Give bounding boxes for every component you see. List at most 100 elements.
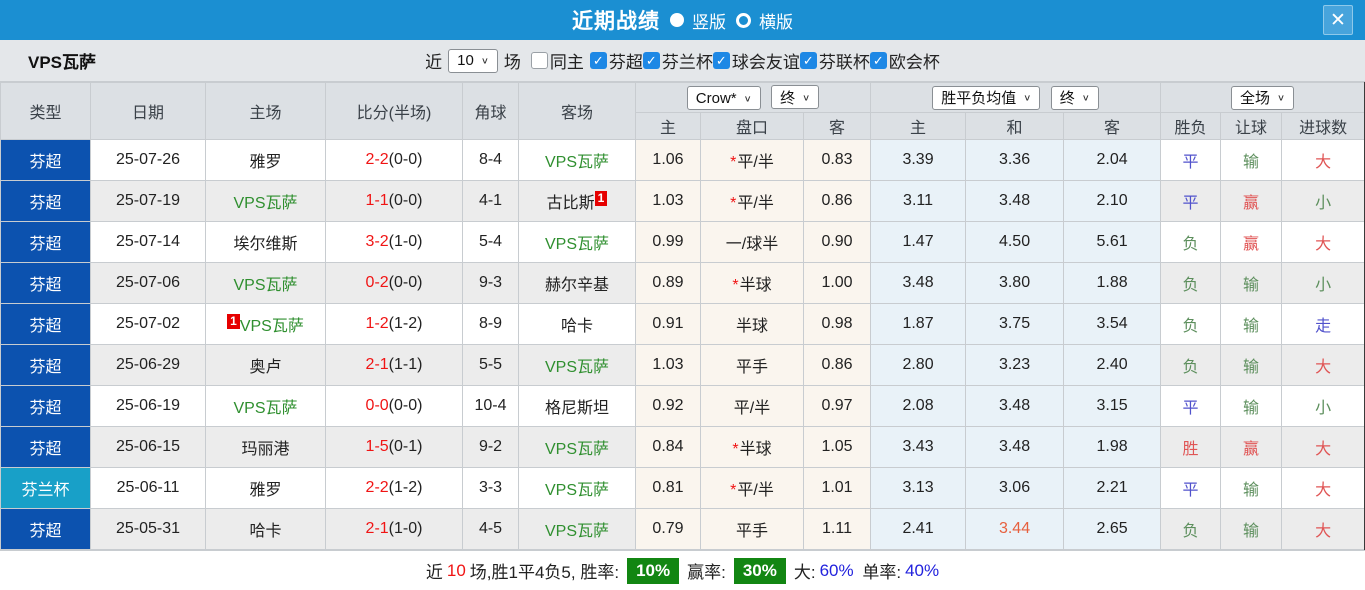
home-team-cell: 玛丽港: [205, 426, 326, 468]
avg-draw-cell: 3.80: [965, 262, 1065, 304]
date-cell: 25-07-26: [90, 139, 206, 181]
table-row: 芬超 25-07-06 VPS瓦萨 0-2(0-0) 9-3 赫尔辛基 0.89 *半球 1.0…: [0, 262, 1365, 304]
table-header: 类型 日期 主场 比分(半场) 角球 客场 Crow* ∨ 终 ∨ 胜平负均值 …: [0, 82, 1365, 140]
league-checkbox-item[interactable]: ✓ 芬联杯: [799, 48, 870, 73]
sub-header-avg-home: 主: [870, 112, 967, 140]
date-cell: 25-07-14: [90, 221, 206, 263]
team-name-text: 哈卡: [249, 523, 282, 540]
table-row: 芬超 25-05-31 哈卡 2-1(1-0) 4-5 VPS瓦萨 0.79 平手 1.11 2.…: [0, 508, 1365, 550]
sub-header-result: 胜负: [1160, 112, 1222, 140]
radio-selected-icon[interactable]: [670, 13, 684, 27]
score-cell: 2-2(0-0): [325, 139, 463, 181]
checkbox-unchecked-icon[interactable]: [530, 52, 548, 69]
team-name-text: 赫尔辛基: [544, 277, 609, 294]
league-cell: 芬超: [0, 344, 91, 386]
team-name-text: 玛丽港: [241, 441, 290, 458]
score-cell: 2-1(1-0): [325, 508, 463, 550]
league-cell: 芬超: [0, 303, 91, 345]
fulltime-score: 1-2: [365, 315, 389, 332]
avg-group-header: 胜平负均值 ∨ 终 ∨: [870, 82, 1162, 113]
sub-header-handicap-result: 让球: [1220, 112, 1283, 140]
league-label: 球会友谊: [731, 53, 800, 72]
team-name-text: 埃尔维斯: [233, 236, 298, 253]
checkbox-checked-icon[interactable]: ✓: [589, 52, 607, 69]
same-home-checkbox-item[interactable]: 同主: [530, 48, 584, 73]
score-cell: 1-2(1-2): [325, 303, 463, 345]
league-checkbox-item[interactable]: ✓ 芬超: [589, 48, 643, 73]
result-goals-cell: 大: [1281, 508, 1365, 550]
avg-away-cell: 1.98: [1063, 426, 1162, 468]
score-cell: 0-2(0-0): [325, 262, 463, 304]
avg-away-cell: 1.88: [1063, 262, 1162, 304]
matches-label: 场: [503, 53, 521, 72]
close-button[interactable]: ✕: [1323, 5, 1353, 35]
sub-header-odds-home: 主: [635, 112, 701, 140]
score-cell: 1-1(0-0): [325, 180, 463, 222]
avg-draw-cell: 3.48: [965, 180, 1065, 222]
handicap-text: 一/球半: [725, 236, 779, 253]
handicap-cell: 平/半: [700, 385, 804, 427]
away-team-cell: VPS瓦萨: [518, 467, 636, 509]
result-outcome-cell: 平: [1160, 180, 1222, 222]
layout-radio-vertical[interactable]: 竖版: [670, 8, 726, 33]
star-marker: *: [730, 482, 737, 499]
halftime-score: (0-0): [388, 274, 423, 291]
col-header-corners: 角球: [462, 82, 519, 140]
avg-draw-cell: 4.50: [965, 221, 1065, 263]
radio-vertical-label: 竖版: [692, 12, 726, 32]
chevron-down-icon: ∨: [480, 56, 489, 66]
result-handicap-cell: 输: [1220, 344, 1283, 386]
avg-away-cell: 2.10: [1063, 180, 1162, 222]
card-badge: 1: [227, 313, 240, 329]
result-handicap-cell: 输: [1220, 139, 1283, 181]
match-count-select[interactable]: 10 ∨: [448, 48, 498, 73]
avg-away-cell: 2.65: [1063, 508, 1162, 550]
team-name-text: VPS瓦萨: [544, 236, 610, 253]
date-cell: 25-07-06: [90, 262, 206, 304]
odds-home-cell: 0.91: [635, 303, 701, 345]
avg-draw-cell: 3.75: [965, 303, 1065, 345]
bookmaker-select[interactable]: Crow* ∨: [686, 86, 761, 110]
checkbox-checked-icon[interactable]: ✓: [869, 52, 887, 69]
odds-away-cell: 0.86: [802, 344, 872, 386]
league-cell: 芬超: [0, 385, 91, 427]
odds-home-cell: 0.99: [635, 221, 701, 263]
card-badge: 1: [594, 190, 608, 206]
layout-radio-horizontal[interactable]: 横版: [736, 8, 793, 33]
odds-home-cell: 0.84: [635, 426, 701, 468]
team-name: VPS瓦萨: [28, 53, 97, 72]
corners-cell: 8-4: [462, 139, 519, 181]
score-cell: 2-2(1-2): [325, 467, 463, 509]
league-checkbox-group: ✓ 芬超 ✓ 芬兰杯 ✓ 球会友谊 ✓ 芬联杯 ✓ 欧会杯: [589, 48, 940, 73]
league-checkbox-item[interactable]: ✓ 欧会杯: [869, 48, 940, 73]
league-checkbox-item[interactable]: ✓ 芬兰杯: [642, 48, 713, 73]
period-select[interactable]: 全场 ∨: [1231, 85, 1295, 110]
handicap-cell: 一/球半: [700, 221, 804, 263]
date-cell: 25-07-02: [90, 303, 206, 345]
sub-header-avg-draw: 和: [965, 112, 1065, 140]
result-goals-cell: 小: [1281, 385, 1365, 427]
date-cell: 25-06-19: [90, 385, 206, 427]
checkbox-checked-icon[interactable]: ✓: [799, 52, 817, 69]
checkbox-checked-icon[interactable]: ✓: [642, 52, 660, 69]
league-cell: 芬超: [0, 262, 91, 304]
avg-away-cell: 3.15: [1063, 385, 1162, 427]
team-name-text: VPS瓦萨: [233, 195, 298, 212]
avg-draw-cell: 3.23: [965, 344, 1065, 386]
avg-odds-select[interactable]: 胜平负均值 ∨: [932, 85, 1041, 110]
halftime-score: (0-0): [388, 151, 423, 168]
radio-unselected-icon[interactable]: [736, 12, 751, 28]
avg-state-select[interactable]: 终 ∨: [1050, 85, 1099, 110]
away-team-cell: VPS瓦萨: [518, 221, 636, 263]
handicap-cell: 平手: [700, 508, 804, 550]
single-label: 单率:: [857, 563, 902, 582]
league-checkbox-item[interactable]: ✓ 球会友谊: [712, 48, 800, 73]
col-header-date: 日期: [90, 82, 206, 140]
summary-record: 场,胜1平4负5, 胜率:: [469, 563, 620, 582]
avg-home-cell: 3.39: [870, 139, 967, 181]
odds-group-header: Crow* ∨ 终 ∨: [634, 82, 872, 113]
star-marker: *: [732, 277, 739, 294]
odds-state-select[interactable]: 终 ∨: [771, 85, 820, 109]
avg-home-cell: 1.87: [870, 303, 967, 345]
checkbox-checked-icon[interactable]: ✓: [712, 52, 730, 69]
